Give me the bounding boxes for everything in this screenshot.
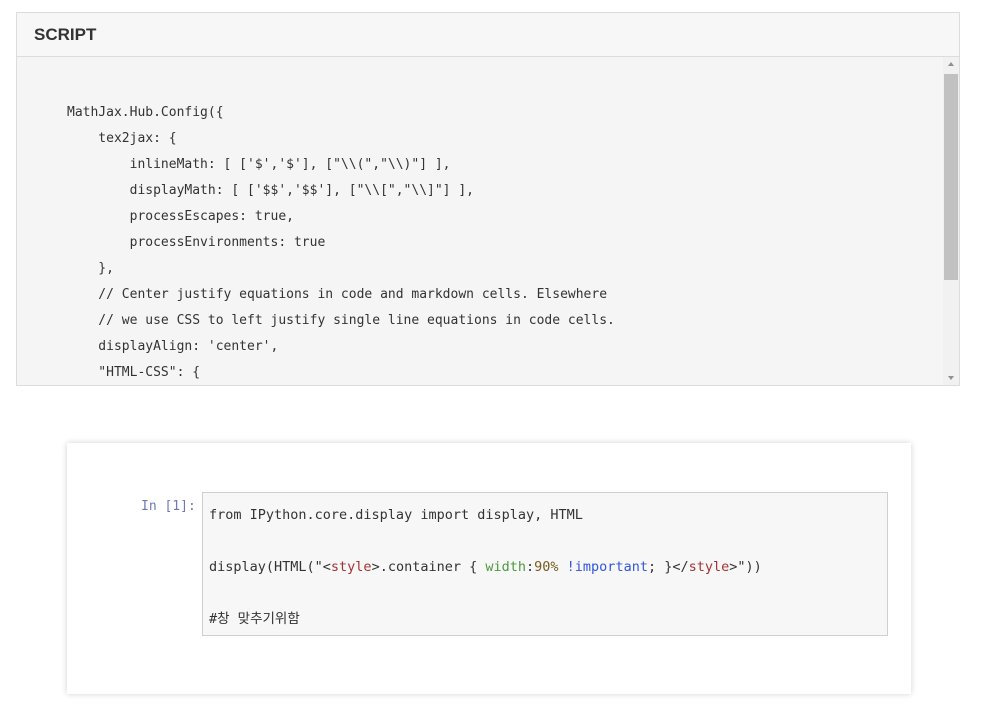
code-line: inlineMath: [ ['$','$'], ["\\(","\\)"] ]… (67, 157, 451, 172)
script-panel: SCRIPT MathJax.Hub.Config({ tex2jax: { i… (16, 12, 960, 386)
code-line: "HTML-CSS": { (67, 365, 201, 380)
code-token-tag: style (688, 559, 730, 575)
scroll-up-arrow-icon[interactable] (943, 57, 959, 71)
code-line: #창 맞추기위함 (209, 611, 300, 627)
code-token: >")) (729, 559, 762, 575)
scroll-down-arrow-icon[interactable] (943, 371, 959, 385)
code-line: displayMath: [ ['$$','$$'], ["\\[","\\]"… (67, 183, 474, 198)
code-token-number: 90% (534, 559, 559, 575)
script-code-area[interactable]: MathJax.Hub.Config({ tex2jax: { inlineMa… (17, 57, 959, 385)
notebook-cell-card: In [1]: from IPython.core.display import… (67, 443, 911, 694)
code-line: tex2jax: { (67, 131, 177, 146)
code-token: : (526, 559, 535, 575)
code-token-important: !important (566, 559, 648, 575)
input-prompt: In [1]: (141, 499, 196, 514)
cell-code: from IPython.core.display import display… (203, 493, 887, 641)
code-line: displayAlign: 'center', (67, 339, 279, 354)
code-line: MathJax.Hub.Config({ (67, 105, 224, 120)
scroll-thumb[interactable] (944, 74, 958, 280)
code-line: from IPython.core.display import display… (209, 507, 583, 523)
code-token: display(HTML("< (209, 559, 331, 575)
code-line: // we use CSS to left justify single lin… (67, 313, 615, 328)
code-token: ; }</ (647, 559, 689, 575)
code-input-area[interactable]: from IPython.core.display import display… (202, 492, 888, 636)
code-token: >.container { (371, 559, 486, 575)
code-line: }, (67, 261, 114, 276)
code-token-property: width (485, 559, 526, 575)
code-line: processEscapes: true, (67, 209, 294, 224)
vertical-scrollbar[interactable] (943, 57, 959, 385)
script-header: SCRIPT (17, 13, 959, 57)
code-line: // Center justify equations in code and … (67, 287, 608, 302)
script-code: MathJax.Hub.Config({ tex2jax: { inlineMa… (67, 100, 615, 386)
code-line: display(HTML("<style>.container { width:… (209, 554, 881, 580)
code-token-tag: style (330, 559, 372, 575)
code-line: processEnvironments: true (67, 235, 326, 250)
